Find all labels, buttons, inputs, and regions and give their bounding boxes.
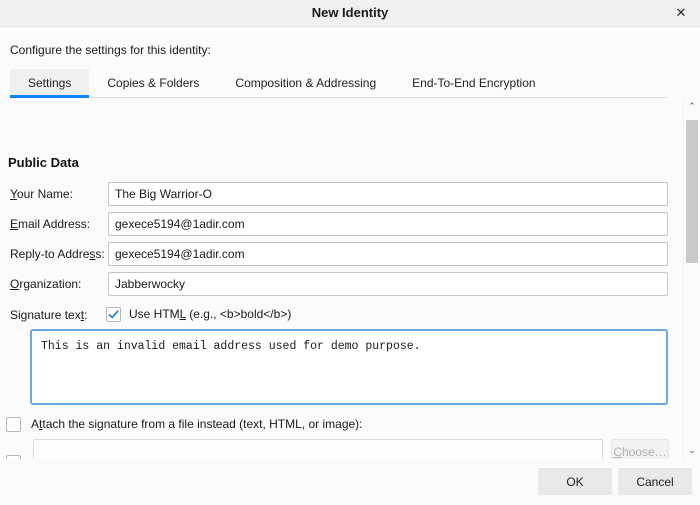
organization-input[interactable] xyxy=(108,272,668,296)
use-html-label: Use HTML (e.g., <b>bold</b>) xyxy=(129,307,291,322)
attach-signature-checkbox[interactable] xyxy=(6,417,21,432)
new-identity-dialog: New Identity ✕ Configure the settings fo… xyxy=(0,0,700,505)
signature-text-label-pre: Signature tex xyxy=(10,308,81,322)
tab-end-to-end-encryption[interactable]: End-To-End Encryption xyxy=(394,69,553,97)
intro-text: Configure the settings for this identity… xyxy=(10,43,211,57)
settings-scrollbar[interactable]: ⌃ ⌄ xyxy=(683,98,700,459)
email-address-accesskey: E xyxy=(10,217,18,231)
choose-file-button[interactable]: Choose… xyxy=(611,439,669,459)
reply-to-address-label-post: s: xyxy=(95,247,104,261)
close-icon[interactable]: ✕ xyxy=(666,0,696,26)
reply-to-address-input[interactable] xyxy=(108,242,668,266)
signature-text-area[interactable]: This is an invalid email address used fo… xyxy=(33,332,665,402)
settings-pane: Public Data Your Name: Email Address: Re… xyxy=(0,98,700,459)
cancel-button[interactable]: Cancel xyxy=(618,468,692,495)
title-bar: New Identity ✕ xyxy=(0,0,700,27)
row-your-name: Your Name: xyxy=(0,182,678,206)
tab-copies-and-folders-label: Copies & Folders xyxy=(107,76,199,90)
tab-end-to-end-encryption-label: End-To-End Encryption xyxy=(412,76,535,90)
organization-accesskey: O xyxy=(10,277,19,291)
dialog-title: New Identity xyxy=(0,0,700,26)
tab-settings-label: Settings xyxy=(28,76,71,90)
use-html-label-pre: Use HTM xyxy=(129,307,180,321)
tab-composition-and-addressing-label: Composition & Addressing xyxy=(235,76,376,90)
your-name-label-text: our Name: xyxy=(17,187,73,201)
scroll-up-icon[interactable]: ⌃ xyxy=(684,98,700,115)
row-email-address: Email Address: xyxy=(0,212,678,236)
your-name-input[interactable] xyxy=(108,182,668,206)
row-signature-text: Signature text: Use HTML (e.g., <b>bold<… xyxy=(0,303,678,327)
attach-signature-label-pre: A xyxy=(31,417,39,431)
attach-signature-label: Attach the signature from a file instead… xyxy=(31,417,363,432)
use-html-checkbox[interactable] xyxy=(106,307,121,322)
your-name-accesskey: Y xyxy=(10,187,17,201)
checkmark-icon xyxy=(107,308,120,321)
ok-button[interactable]: OK xyxy=(538,468,612,495)
signature-text-area-wrapper: This is an invalid email address used fo… xyxy=(30,329,668,405)
scrollbar-thumb[interactable] xyxy=(686,120,698,263)
dialog-footer: OK Cancel xyxy=(0,459,700,505)
row-reply-to-address: Reply-to Address: xyxy=(0,242,678,266)
organization-label: Organization: xyxy=(10,272,81,296)
row-organization: Organization: xyxy=(0,272,678,296)
dialog-body: Configure the settings for this identity… xyxy=(0,27,700,459)
reply-to-address-label-pre: Reply-to Addre xyxy=(10,247,89,261)
reply-to-address-label: Reply-to Address: xyxy=(10,242,105,266)
tab-composition-and-addressing[interactable]: Composition & Addressing xyxy=(217,69,394,97)
choose-file-label: hoose… xyxy=(622,445,667,459)
tab-strip: Settings Copies & Folders Composition & … xyxy=(10,69,668,98)
tab-copies-and-folders[interactable]: Copies & Folders xyxy=(89,69,217,97)
tab-settings[interactable]: Settings xyxy=(10,69,89,97)
section-title-public-data: Public Data xyxy=(8,155,79,170)
your-name-label: Your Name: xyxy=(10,182,73,206)
organization-label-text: rganization: xyxy=(19,277,81,291)
choose-file-accesskey: C xyxy=(613,445,622,459)
attach-signature-label-post: tach the signature from a file instead (… xyxy=(42,417,362,431)
email-address-input[interactable] xyxy=(108,212,668,236)
email-address-label: Email Address: xyxy=(10,212,90,236)
signature-text-label-post: : xyxy=(84,308,87,322)
signature-file-input[interactable] xyxy=(33,439,603,459)
use-html-label-post: (e.g., <b>bold</b>) xyxy=(186,307,291,321)
signature-text-label: Signature text: xyxy=(10,303,87,327)
scroll-down-icon[interactable]: ⌄ xyxy=(684,442,700,459)
email-address-label-text: mail Address: xyxy=(18,217,90,231)
